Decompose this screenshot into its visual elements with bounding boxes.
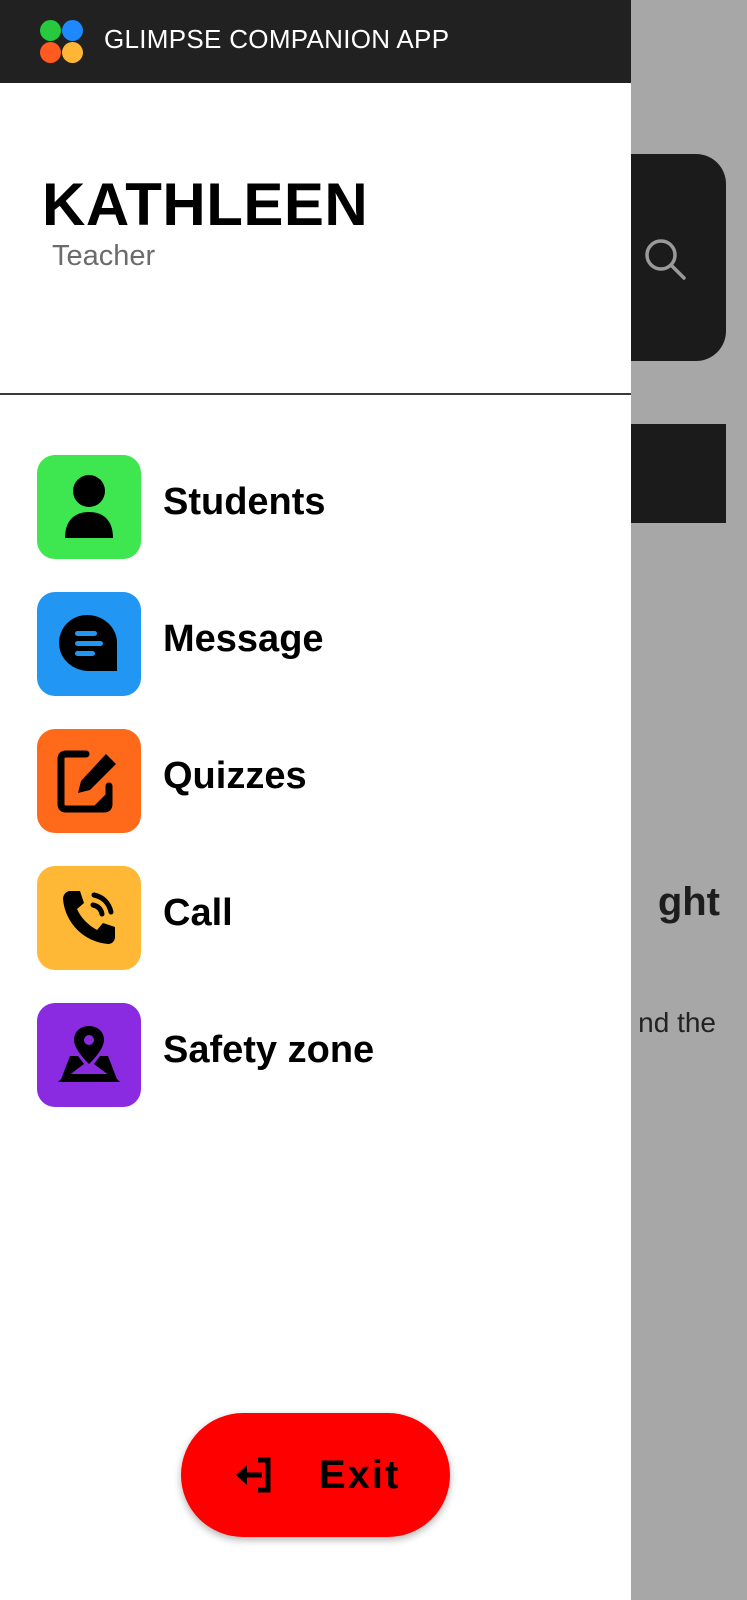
- menu-label-quizzes: Quizzes: [163, 755, 307, 797]
- edit-icon: [37, 729, 141, 833]
- menu-label-message: Message: [163, 618, 324, 660]
- app-title: GLIMPSE COMPANION APP: [104, 24, 450, 54]
- menu-item-quizzes[interactable]: Quizzes: [37, 729, 597, 833]
- divider: [0, 393, 631, 395]
- exit-label: Exit: [319, 1453, 401, 1497]
- user-name: KATHLEEN: [42, 171, 369, 238]
- phone-icon: [37, 866, 141, 970]
- menu-item-call[interactable]: Call: [37, 866, 597, 970]
- logout-icon: [236, 1457, 271, 1493]
- search-icon: [645, 239, 686, 280]
- menu-label-call: Call: [163, 892, 233, 934]
- app-header: GLIMPSE COMPANION APP: [0, 0, 631, 83]
- menu-label-students: Students: [163, 481, 326, 523]
- menu-item-students[interactable]: Students: [37, 455, 597, 559]
- person-icon: [37, 455, 141, 559]
- map-pin-icon: [37, 1003, 141, 1107]
- menu-item-message[interactable]: Message: [37, 592, 597, 696]
- menu-label-safety-zone: Safety zone: [163, 1029, 375, 1071]
- navigation-drawer: GLIMPSE COMPANION APP KATHLEEN Teacher S…: [0, 0, 631, 1600]
- menu-item-safety-zone[interactable]: Safety zone: [37, 1003, 597, 1107]
- exit-button[interactable]: Exit: [181, 1413, 450, 1537]
- message-icon: [37, 592, 141, 696]
- app-logo: [40, 20, 83, 63]
- user-role: Teacher: [52, 240, 156, 272]
